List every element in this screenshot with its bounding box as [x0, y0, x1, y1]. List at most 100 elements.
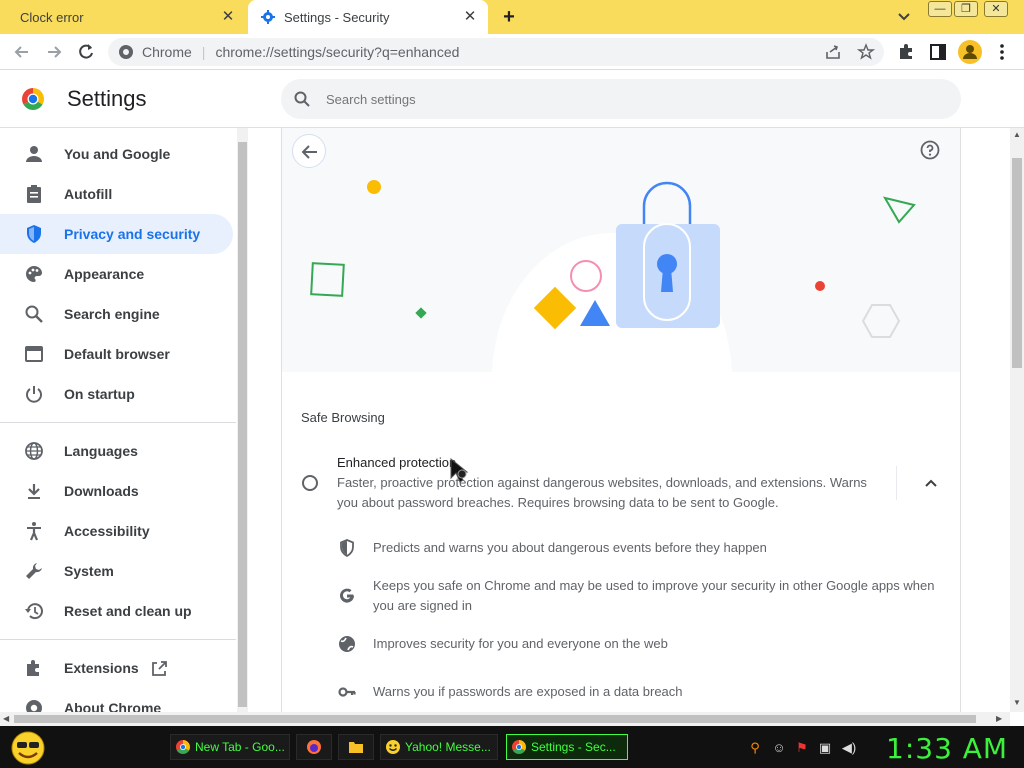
sidebar-item-label: Autofill — [64, 186, 113, 202]
sidebar-item-default-browser[interactable]: Default browser — [0, 334, 233, 374]
messenger-tray-icon[interactable]: ☺ — [771, 740, 787, 756]
option-separator — [896, 466, 897, 500]
address-bar[interactable]: Chrome | chrome://settings/security?q=en… — [108, 38, 884, 66]
omnibox-separator: | — [201, 44, 206, 60]
scrollbar-thumb[interactable] — [1012, 158, 1022, 368]
tab-title: Settings - Security — [284, 9, 390, 25]
accessibility-icon — [27, 522, 41, 541]
feature-text: Improves security for you and everyone o… — [373, 636, 668, 651]
chevron-up-icon[interactable] — [922, 475, 940, 493]
taskbar-item-firefox[interactable] — [296, 734, 332, 760]
sidebar-item-privacy-and-security[interactable]: Privacy and security — [0, 214, 233, 254]
sidebar-item-appearance[interactable]: Appearance — [0, 254, 233, 294]
sidebar-item-you-and-google[interactable]: You and Google — [0, 134, 233, 174]
help-icon[interactable] — [920, 140, 940, 160]
back-arrow-icon[interactable] — [12, 42, 32, 62]
section-title-safe-browsing: Safe Browsing — [301, 410, 385, 425]
history-icon — [25, 603, 43, 620]
sidebar-item-accessibility[interactable]: Accessibility — [0, 511, 233, 551]
volume-tray-icon[interactable]: ◀) — [841, 740, 857, 756]
globe-icon — [25, 442, 43, 460]
palette-icon — [26, 266, 42, 282]
side-panel-icon[interactable] — [928, 42, 948, 62]
sidebar-item-label: Default browser — [64, 346, 170, 362]
scrollbar-thumb[interactable] — [14, 715, 976, 723]
chrome-icon — [26, 700, 42, 712]
search-input[interactable] — [326, 87, 926, 111]
settings-search[interactable] — [281, 79, 961, 119]
settings-sidebar: You and Google Autofill Privacy and secu… — [0, 128, 238, 712]
external-link-icon — [152, 661, 167, 676]
forward-arrow-icon[interactable] — [44, 42, 64, 62]
sidebar-item-search-engine[interactable]: Search engine — [0, 294, 233, 334]
more-menu-icon[interactable] — [992, 42, 1012, 62]
bookmark-star-icon[interactable] — [857, 43, 875, 61]
sidebar-item-about-chrome[interactable]: About Chrome — [0, 688, 233, 712]
enhanced-protection-description: Faster, proactive protection against dan… — [337, 475, 867, 510]
share-icon[interactable] — [824, 43, 842, 61]
horizontal-scrollbar[interactable]: ◀ ▶ — [0, 712, 1010, 726]
shield-icon — [340, 539, 354, 558]
sidebar-item-label: On startup — [64, 386, 135, 402]
firefox-icon — [307, 740, 321, 754]
security-banner-illustration — [282, 128, 960, 372]
back-button[interactable] — [292, 134, 326, 168]
sidebar-item-downloads[interactable]: Downloads — [0, 471, 233, 511]
taskbar-item-folder[interactable] — [338, 734, 374, 760]
power-icon — [26, 386, 42, 403]
minimize-button[interactable]: — — [928, 1, 952, 17]
close-window-button[interactable]: ✕ — [984, 1, 1008, 17]
close-tab-icon[interactable]: ✕ — [462, 9, 478, 25]
sidebar-item-languages[interactable]: Languages — [0, 431, 233, 471]
taskbar-item-label: Yahoo! Messe... — [405, 740, 491, 754]
enhanced-protection-title[interactable]: Enhanced protection — [337, 455, 456, 470]
enhanced-protection-radio[interactable] — [302, 475, 318, 491]
sidebar-item-label: Search engine — [64, 306, 160, 322]
sidebar-scrollbar[interactable] — [237, 128, 248, 712]
wrench-icon — [26, 563, 42, 579]
close-tab-icon[interactable]: ✕ — [220, 9, 236, 25]
extensions-puzzle-icon[interactable] — [896, 42, 916, 62]
search-icon — [294, 91, 310, 107]
sidebar-item-label: Privacy and security — [64, 226, 201, 242]
taskbar-item-label: New Tab - Goo... — [195, 740, 285, 754]
taskbar-item-new-tab[interactable]: New Tab - Goo... — [170, 734, 290, 760]
person-icon — [26, 146, 42, 162]
sidebar-item-label: Appearance — [64, 266, 145, 282]
taskbar-clock[interactable]: 1:33 AM — [886, 732, 1008, 765]
flag-tray-icon[interactable]: ⚑ — [794, 740, 810, 756]
tab-settings-security[interactable]: Settings - Security ✕ — [248, 0, 488, 34]
back-arrow-icon — [301, 145, 317, 159]
maximize-button[interactable]: ❐ — [954, 1, 978, 17]
folder-icon — [349, 742, 363, 753]
main-scrollbar[interactable]: ▲ ▼ — [1010, 128, 1024, 712]
settings-header: Settings — [0, 70, 1024, 128]
tab-search-chevron-icon[interactable] — [895, 8, 913, 26]
profile-avatar[interactable] — [958, 40, 982, 64]
feature-text: Warns you if passwords are exposed in a … — [373, 684, 683, 699]
feature-text: Predicts and warns you about dangerous e… — [373, 540, 767, 555]
start-smiley-icon[interactable] — [8, 729, 48, 765]
search-tray-icon[interactable]: ⚲ — [747, 740, 763, 756]
sidebar-item-reset-and-clean-up[interactable]: Reset and clean up — [0, 591, 233, 631]
reload-icon[interactable] — [76, 42, 96, 62]
network-tray-icon[interactable]: ▣ — [817, 740, 833, 756]
scrollbar-thumb[interactable] — [238, 142, 247, 707]
sidebar-item-label: Accessibility — [64, 523, 150, 539]
tab-title: Clock error — [20, 9, 84, 25]
sidebar-item-extensions[interactable]: Extensions — [0, 648, 233, 688]
browser-icon — [25, 346, 43, 362]
nav-divider — [0, 639, 236, 640]
sidebar-item-system[interactable]: System — [0, 551, 233, 591]
sidebar-item-autofill[interactable]: Autofill — [0, 174, 233, 214]
tab-strip: Clock error ✕ Settings - Security ✕ + — … — [0, 0, 1024, 34]
nav-divider — [0, 422, 236, 423]
url-text: chrome://settings/security?q=enhanced — [215, 44, 460, 60]
taskbar-item-yahoo-messenger[interactable]: Yahoo! Messe... — [380, 734, 498, 760]
sidebar-item-on-startup[interactable]: On startup — [0, 374, 233, 414]
key-icon — [338, 687, 356, 697]
new-tab-button[interactable]: + — [498, 6, 520, 28]
tab-clock-error[interactable]: Clock error ✕ — [0, 0, 246, 34]
download-icon — [28, 484, 40, 499]
taskbar-item-settings[interactable]: Settings - Sec... — [506, 734, 628, 760]
